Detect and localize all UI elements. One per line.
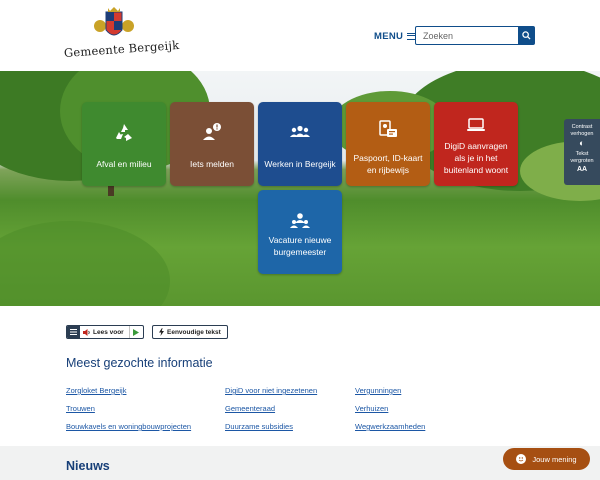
laptop-icon: [465, 114, 487, 136]
feedback-label: Jouw mening: [532, 454, 577, 464]
play-button[interactable]: [128, 326, 143, 338]
read-aloud-menu-button[interactable]: [67, 326, 80, 338]
tile-label: Paspoort, ID-kaart en rijbewijs: [353, 153, 423, 175]
link-trouwen[interactable]: Trouwen: [66, 404, 95, 413]
tile-label: Vacature nieuwe burgemeester: [268, 235, 332, 257]
link-duurzame-subsidies[interactable]: Duurzame subsidies: [225, 422, 293, 431]
smiley-icon: [516, 454, 527, 464]
logo-text: Gemeente Bergeijk: [63, 37, 180, 60]
link-verhuizen[interactable]: Verhuizen: [355, 404, 388, 413]
read-aloud-label: Lees voor: [93, 328, 124, 336]
tile-iets-melden[interactable]: Iets melden: [170, 102, 254, 186]
play-icon: [133, 328, 140, 336]
recycle-icon: [113, 122, 135, 144]
tile-afval-en-milieu[interactable]: Afval en milieu: [82, 102, 166, 186]
link-wegwerkzaamheden[interactable]: Wegwerkzaamheden: [355, 422, 425, 431]
tile-werken-in-bergeijk[interactable]: Werken in Bergeijk: [258, 102, 342, 186]
tile-label: Iets melden: [190, 159, 234, 169]
speaker-icon: [83, 328, 90, 336]
lightning-icon: [159, 328, 164, 336]
link-digid-niet-ingezetenen[interactable]: DigiD voor niet ingezetenen: [225, 386, 317, 395]
menu-button[interactable]: MENU: [374, 29, 416, 43]
contrast-icon: ◐: [579, 138, 585, 148]
simple-text-button[interactable]: Eenvoudige tekst: [152, 325, 228, 339]
hero-shrub: [0, 221, 170, 306]
link-zorgloket[interactable]: Zorgloket Bergeijk: [66, 386, 126, 395]
tile-digid-buitenland[interactable]: DigiD aanvragen als je in het buitenland…: [434, 102, 518, 186]
tile-label: Afval en milieu: [96, 159, 152, 169]
report-person-icon: [201, 122, 223, 144]
tile-paspoort[interactable]: Paspoort, ID-kaart en rijbewijs: [346, 102, 430, 186]
tile-label: Werken in Bergeijk: [264, 159, 336, 169]
text-size-icon: AA: [576, 166, 588, 173]
text-size-toggle[interactable]: Tekst vergroten AA: [564, 151, 600, 175]
search-input[interactable]: [416, 27, 518, 44]
link-bouwkavels[interactable]: Bouwkavels en woningbouwprojecten: [66, 422, 191, 431]
link-vergunningen[interactable]: Vergunningen: [355, 386, 401, 395]
contrast-toggle[interactable]: Contrast verhogen ◐: [564, 124, 600, 148]
tile-vacature-burgemeester[interactable]: Vacature nieuwe burgemeester: [258, 190, 342, 274]
search-bar: [415, 26, 535, 45]
feedback-button[interactable]: Jouw mening: [503, 448, 590, 470]
menu-label: MENU: [374, 30, 404, 42]
accessibility-panel: Contrast verhogen ◐ Tekst vergroten AA: [564, 119, 600, 185]
read-aloud-bar: Lees voor: [66, 325, 144, 339]
hamburger-icon: [407, 32, 416, 40]
hero-banner: Afval en milieu Iets melden Werken in Be…: [0, 71, 600, 306]
text-size-label: Tekst vergroten: [570, 151, 594, 164]
read-aloud-button[interactable]: Lees voor: [80, 328, 129, 336]
coat-of-arms-icon: [94, 7, 134, 36]
link-gemeenteraad[interactable]: Gemeenteraad: [225, 404, 275, 413]
list-icon: [70, 329, 77, 335]
id-card-icon: [377, 118, 399, 140]
team-badge-icon: [289, 210, 311, 232]
group-icon: [289, 122, 311, 144]
section-title-most-searched: Meest gezochte informatie: [66, 356, 213, 370]
search-icon: [521, 31, 531, 40]
search-button[interactable]: [518, 27, 534, 44]
tile-label: DigiD aanvragen als je in het buitenland…: [443, 141, 509, 175]
simple-text-label: Eenvoudige tekst: [167, 328, 221, 336]
section-title-news: Nieuws: [66, 459, 110, 473]
municipality-logo[interactable]: Gemeente Bergeijk: [62, 6, 180, 66]
contrast-label: Contrast verhogen: [570, 124, 594, 137]
site-header: Gemeente Bergeijk MENU: [0, 0, 600, 71]
